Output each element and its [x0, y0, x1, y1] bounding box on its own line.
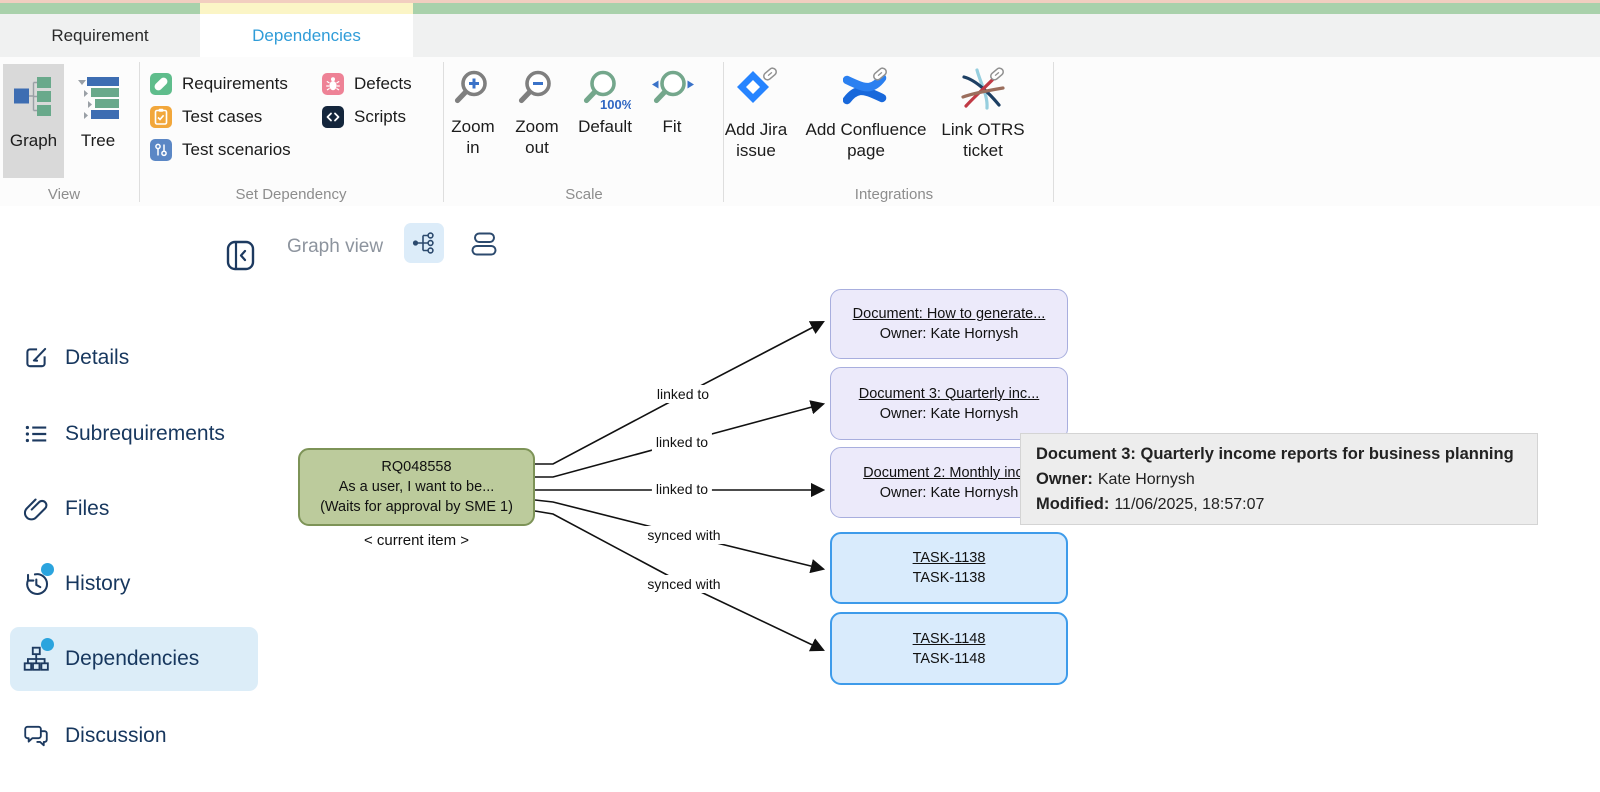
group-label-scale: Scale: [484, 186, 684, 203]
group-separator: [139, 62, 140, 202]
zoom-out-icon: [514, 69, 560, 113]
document-link[interactable]: Document 2: Monthly inc...: [863, 463, 1035, 483]
edge-label: linked to: [652, 480, 712, 498]
zoom-out-label: Zoom out: [512, 116, 562, 158]
group-label-set-dependency: Set Dependency: [191, 186, 391, 203]
requirement-title: As a user, I want to be...: [339, 477, 495, 497]
zoom-in-label: Zoom in: [448, 116, 498, 158]
test-scenario-icon: [150, 139, 172, 161]
task-link[interactable]: TASK-1138: [913, 548, 986, 568]
default-scale-icon: 100%: [579, 69, 631, 113]
document-owner: Owner: Kate Hornysh: [880, 324, 1019, 344]
fit-label: Fit: [663, 116, 682, 137]
task-link[interactable]: TASK-1148: [913, 629, 986, 649]
default-scale-badge: 100%: [600, 97, 631, 112]
document-link[interactable]: Document 3: Quarterly inc...: [859, 384, 1040, 404]
tab-bar: Requirement Dependencies: [0, 14, 1600, 57]
edge-label: linked to: [652, 433, 712, 451]
zoom-in-icon: [450, 69, 496, 113]
tree-view-icon: [75, 64, 121, 125]
zoom-in-button[interactable]: Zoom in: [448, 69, 498, 158]
task-node[interactable]: TASK-1148 TASK-1148: [830, 612, 1068, 685]
document-node[interactable]: Document 3: Quarterly inc... Owner: Kate…: [830, 367, 1068, 440]
add-jira-issue-button[interactable]: Add Jira issue: [706, 65, 806, 161]
set-dependency-scripts[interactable]: Scripts: [322, 105, 406, 129]
link-otrs-ticket-button[interactable]: Link OTRS ticket: [930, 65, 1036, 161]
jira-icon: [733, 65, 779, 111]
graph-view-button[interactable]: Graph: [3, 64, 64, 178]
group-separator: [443, 62, 444, 202]
group-label-integrations: Integrations: [794, 186, 994, 203]
requirement-icon: [150, 73, 172, 95]
set-dependency-defects[interactable]: Defects: [322, 72, 412, 96]
test-scenarios-label: Test scenarios: [182, 140, 291, 160]
zoom-out-button[interactable]: Zoom out: [512, 69, 562, 158]
test-case-icon: [150, 106, 172, 128]
document-link[interactable]: Document: How to generate...: [853, 304, 1046, 324]
add-confluence-page-button[interactable]: Add Confluence page: [801, 65, 931, 161]
tree-view-button[interactable]: Tree: [70, 64, 126, 178]
group-separator: [1053, 62, 1054, 202]
task-subtitle: TASK-1138: [913, 568, 986, 588]
defect-icon: [322, 73, 344, 95]
tooltip-owner-value: Kate Hornysh: [1098, 471, 1195, 488]
tab-dependencies[interactable]: Dependencies: [200, 14, 413, 57]
current-item-caption: < current item >: [298, 532, 535, 549]
fit-icon: [649, 69, 695, 113]
add-jira-issue-label: Add Jira issue: [706, 119, 806, 161]
task-subtitle: TASK-1148: [913, 649, 986, 669]
graph-view-label: Graph: [10, 131, 57, 150]
test-cases-label: Test cases: [182, 107, 262, 127]
set-dependency-test-scenarios[interactable]: Test scenarios: [150, 138, 291, 162]
requirement-id: RQ048558: [381, 457, 451, 477]
tooltip-modified-label: Modified:: [1036, 495, 1109, 513]
scripts-label: Scripts: [354, 107, 406, 127]
application-window: Requirement Dependencies Graph: [0, 0, 1600, 792]
set-dependency-requirements[interactable]: Requirements: [150, 72, 288, 96]
group-label-view: View: [0, 186, 164, 203]
edge-label: synced with: [643, 575, 724, 593]
ribbon: Graph Tree: [0, 57, 1600, 207]
document-node[interactable]: Document: How to generate... Owner: Kate…: [830, 289, 1068, 359]
set-dependency-test-cases[interactable]: Test cases: [150, 105, 262, 129]
node-tooltip: Document 3: Quarterly income reports for…: [1020, 433, 1538, 525]
add-confluence-page-label: Add Confluence page: [801, 119, 931, 161]
active-tab-highlight-band: [200, 3, 413, 14]
default-scale-label: Default: [578, 116, 632, 137]
otrs-icon: [960, 65, 1006, 111]
requirements-label: Requirements: [182, 74, 288, 94]
defects-label: Defects: [354, 74, 412, 94]
current-requirement-node[interactable]: RQ048558 As a user, I want to be... (Wai…: [298, 448, 535, 526]
edge-label: synced with: [643, 526, 724, 544]
tooltip-owner-label: Owner:: [1036, 470, 1093, 488]
graph-view-icon: [12, 64, 56, 125]
dependencies-canvas: Graph view D: [0, 206, 1600, 792]
document-owner: Owner: Kate Hornysh: [880, 404, 1019, 424]
tree-view-label: Tree: [81, 131, 115, 150]
edge-label: linked to: [653, 385, 713, 403]
default-scale-button[interactable]: 100% Default: [575, 69, 635, 137]
requirement-status: (Waits for approval by SME 1): [320, 497, 513, 517]
confluence-icon: [843, 65, 889, 111]
script-icon: [322, 106, 344, 128]
tab-requirement[interactable]: Requirement: [0, 14, 200, 57]
document-owner: Owner: Kate Hornysh: [880, 483, 1019, 503]
tooltip-modified-value: 11/06/2025, 18:57:07: [1114, 496, 1264, 513]
fit-button[interactable]: Fit: [648, 69, 696, 137]
task-node[interactable]: TASK-1138 TASK-1138: [830, 532, 1068, 604]
tooltip-title: Document 3: Quarterly income reports for…: [1036, 445, 1514, 463]
link-otrs-ticket-label: Link OTRS ticket: [930, 119, 1036, 161]
